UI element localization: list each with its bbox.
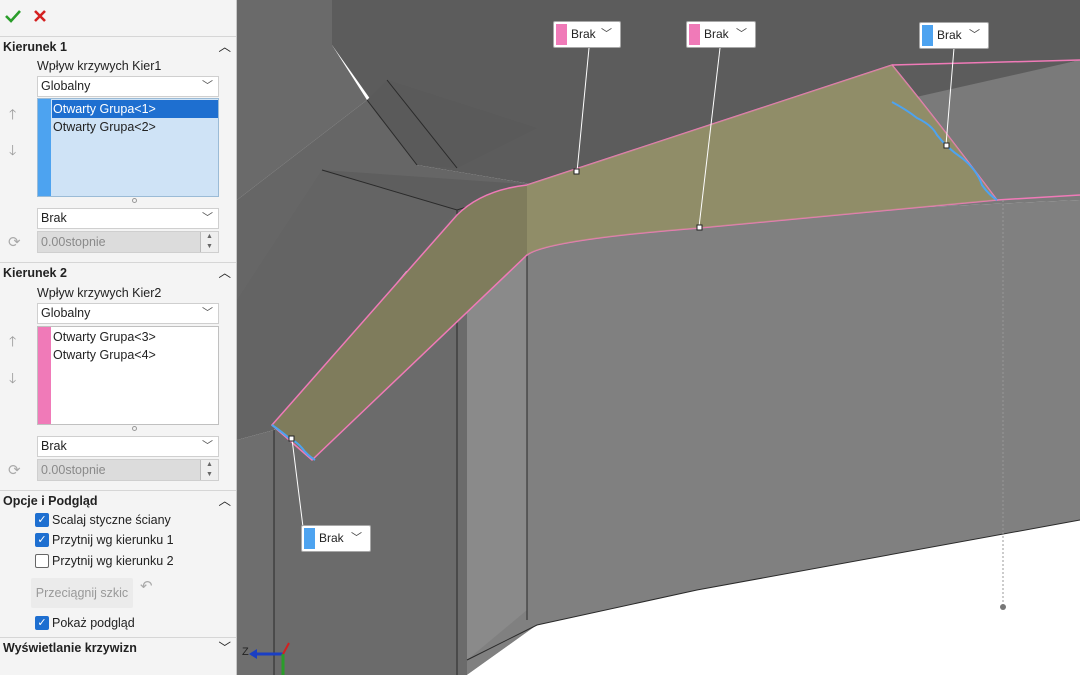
curve-list-2[interactable]: Otwarty Grupa<3> Otwarty Grupa<4>	[37, 326, 219, 425]
scope-dropdown-2[interactable]: Globalny ﹀	[37, 303, 219, 324]
move-up-icon[interactable]: 🡑	[9, 331, 16, 355]
angle-input-2[interactable]: 0.00stopnie ▲ ▼	[37, 459, 219, 481]
list-item[interactable]: Otwarty Grupa<1>	[52, 100, 218, 118]
input-value: 0.00stopnie	[41, 235, 106, 249]
checkbox-checked[interactable]: ✓	[35, 513, 49, 527]
checkbox-label: Przytnij wg kierunku 1	[52, 533, 174, 547]
move-up-icon[interactable]: 🡑	[9, 104, 16, 128]
graphics-viewport[interactable]: Z Brak ﹀ Brak ﹀ Brak ﹀ Brak ﹀	[237, 0, 1080, 675]
list-resize-handle[interactable]	[132, 426, 137, 431]
callout-value: Brak	[319, 531, 344, 545]
dropdown-value: Globalny	[41, 79, 91, 93]
section-title: Wyświetlanie krzywizn	[3, 641, 137, 655]
callout-dropdown-dir2-a[interactable]: Brak ﹀	[553, 21, 621, 48]
spinner-buttons[interactable]: ▲ ▼	[200, 460, 218, 480]
chevron-down-icon: ﹀	[969, 29, 980, 41]
reverse-direction-icon[interactable]: ⟳	[8, 461, 21, 479]
scope-dropdown-1[interactable]: Globalny ﹀	[37, 76, 219, 97]
input-value: 0.00stopnie	[41, 463, 106, 477]
checkbox-checked[interactable]: ✓	[35, 616, 49, 630]
condition-dropdown-2[interactable]: Brak ﹀	[37, 436, 219, 457]
reverse-direction-icon[interactable]: ⟳	[8, 233, 21, 251]
chevron-down-icon: ﹀	[218, 641, 231, 655]
dropdown-value: Brak	[41, 439, 67, 453]
list-item[interactable]: Otwarty Grupa<3>	[52, 328, 218, 346]
chevron-down-icon: ﹀	[202, 212, 213, 224]
move-down-icon[interactable]: 🡓	[9, 140, 16, 164]
checkbox-checked[interactable]: ✓	[35, 533, 49, 547]
chevron-up-icon: ︿	[218, 494, 231, 508]
dropdown-value: Brak	[41, 211, 67, 225]
chevron-down-icon: ﹀	[202, 80, 213, 92]
checkbox-label: Przytnij wg kierunku 2	[52, 554, 174, 568]
guide-point	[1000, 604, 1006, 610]
section-title: Opcje i Podgląd	[3, 494, 98, 508]
close-icon	[34, 10, 46, 22]
triad-z-label: Z	[242, 646, 249, 658]
property-manager: Kierunek 1 ︿ Wpływ krzywych Kier1 Global…	[0, 0, 237, 675]
drag-sketch-button[interactable]: Przeciągnij szkic	[31, 578, 133, 608]
checkbox-label: Scalaj styczne ściany	[52, 513, 171, 527]
chevron-down-icon: ﹀	[351, 532, 362, 544]
section-curvature-header[interactable]: Wyświetlanie krzywizn ﹀	[0, 637, 236, 657]
chevron-up-icon: ︿	[218, 266, 231, 280]
chevron-up-icon: ︿	[218, 40, 231, 54]
influence-label-1: Wpływ krzywych Kier1	[37, 59, 162, 73]
curve-list-1[interactable]: Otwarty Grupa<1> Otwarty Grupa<2>	[37, 98, 219, 197]
checkbox-label: Pokaż podgląd	[52, 616, 135, 630]
influence-label-2: Wpływ krzywych Kier2	[37, 286, 162, 300]
color-swatch	[304, 528, 315, 549]
ok-button[interactable]	[5, 8, 21, 27]
section-options-header[interactable]: Opcje i Podgląd ︿	[0, 490, 236, 510]
spinner-buttons[interactable]: ▲ ▼	[200, 232, 218, 252]
color-swatch	[922, 25, 933, 46]
color-swatch	[689, 24, 700, 45]
section-title: Kierunek 2	[3, 266, 67, 280]
color-swatch	[556, 24, 567, 45]
chevron-down-icon: ﹀	[202, 307, 213, 319]
angle-input-1[interactable]: 0.00stopnie ▲ ▼	[37, 231, 219, 253]
model-canvas	[237, 0, 1080, 675]
list-item[interactable]: Otwarty Grupa<4>	[52, 346, 218, 364]
section-direction-2-header[interactable]: Kierunek 2 ︿	[0, 262, 236, 282]
chevron-down-icon: ﹀	[601, 28, 612, 40]
dropdown-value: Globalny	[41, 306, 91, 320]
callout-value: Brak	[704, 27, 729, 41]
callout-dropdown-dir1-a[interactable]: Brak ﹀	[919, 22, 989, 49]
color-swatch	[38, 99, 51, 196]
cancel-button[interactable]	[32, 8, 48, 27]
chevron-down-icon: ﹀	[202, 440, 213, 452]
color-swatch	[38, 327, 51, 424]
checkmark-icon	[5, 10, 21, 23]
callout-dropdown-dir1-b[interactable]: Brak ﹀	[301, 525, 371, 552]
callout-value: Brak	[571, 27, 596, 41]
condition-dropdown-1[interactable]: Brak ﹀	[37, 208, 219, 229]
checkbox-unchecked[interactable]	[35, 554, 49, 568]
callout-value: Brak	[937, 28, 962, 42]
section-direction-1-header[interactable]: Kierunek 1 ︿	[0, 36, 236, 56]
undo-icon[interactable]: ↶	[140, 577, 153, 595]
section-title: Kierunek 1	[3, 40, 67, 54]
chevron-down-icon: ﹀	[736, 28, 747, 40]
callout-dropdown-dir2-b[interactable]: Brak ﹀	[686, 21, 756, 48]
list-item[interactable]: Otwarty Grupa<2>	[52, 118, 218, 136]
list-resize-handle[interactable]	[132, 198, 137, 203]
model-face-lower-left	[237, 430, 274, 675]
move-down-icon[interactable]: 🡓	[9, 368, 16, 392]
